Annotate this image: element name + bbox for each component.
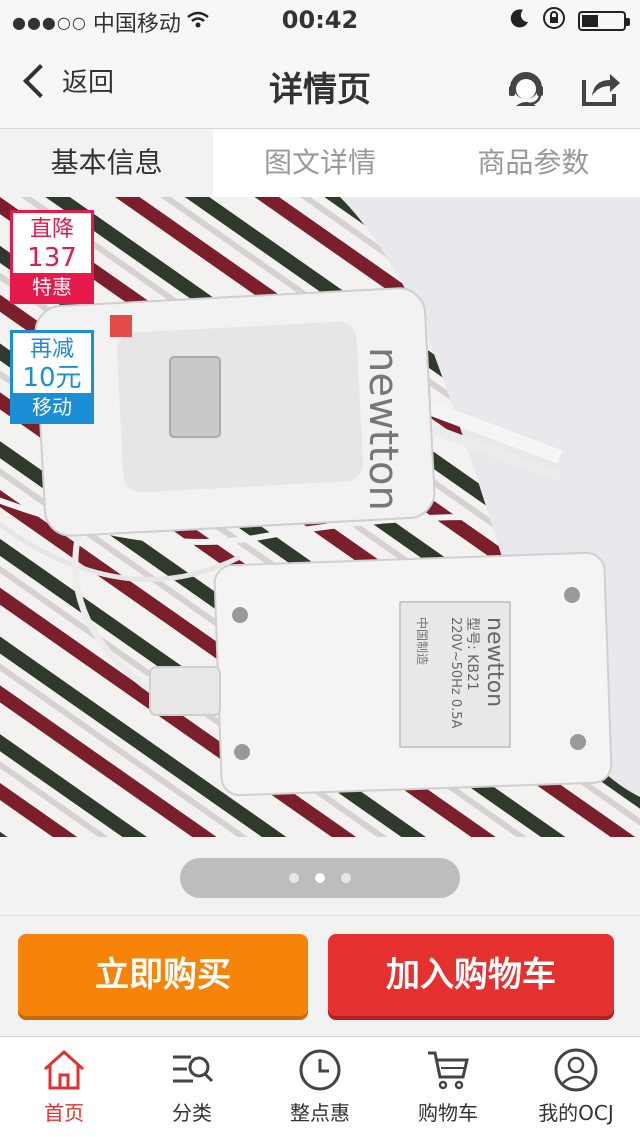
brand-text-top: newtton	[360, 347, 406, 511]
pager-dot[interactable]	[289, 873, 299, 883]
bottom-tab-bar: 首页 分类 整点惠 购物车 我的OCJ	[0, 1036, 640, 1137]
model-text: 型号: KB21	[464, 617, 480, 691]
tabbar-item-category[interactable]: 分类	[128, 1037, 256, 1137]
tab-image-details[interactable]: 图文详情	[213, 129, 426, 197]
moon-icon	[510, 8, 530, 34]
gallery-pager[interactable]	[180, 858, 460, 898]
pager-dot-active[interactable]	[315, 873, 325, 883]
tabbar-item-my-ocj[interactable]: 我的OCJ	[512, 1037, 640, 1137]
price-drop-amount: 137	[27, 243, 77, 273]
navigation-bar: 返回 详情页	[0, 40, 640, 129]
rotation-lock-icon	[542, 6, 566, 36]
tabbar-item-hourly-deals[interactable]: 整点惠	[256, 1037, 384, 1137]
price-drop-badge: 直降 137 特惠	[10, 210, 94, 304]
extra-discount-badge: 再减 10元 移动	[10, 330, 94, 424]
tabbar-item-cart[interactable]: 购物车	[384, 1037, 512, 1137]
purchase-action-bar: 立即购买 加入购物车	[0, 915, 640, 1036]
brand-text-label: newtton	[482, 617, 507, 707]
status-right	[510, 6, 630, 36]
detail-tabs: 基本信息 图文详情 商品参数	[0, 129, 640, 197]
share-icon[interactable]	[578, 66, 622, 110]
extra-discount-amount: 10元	[22, 363, 82, 393]
home-icon	[43, 1049, 85, 1090]
add-to-cart-button[interactable]: 加入购物车	[328, 934, 614, 1016]
nav-actions	[504, 66, 622, 110]
pager-dot[interactable]	[341, 873, 351, 883]
tab-basic-info[interactable]: 基本信息	[0, 129, 214, 197]
product-photo-drawing: newtton newtton 型号: KB21 220V~50Hz 0.5A …	[0, 197, 640, 837]
tabbar-label-home: 首页	[44, 1101, 84, 1125]
tabbar-item-home[interactable]: 首页	[0, 1037, 128, 1137]
customer-service-icon[interactable]	[504, 66, 548, 110]
battery-icon	[578, 11, 630, 31]
tab-product-params[interactable]: 商品参数	[427, 129, 640, 197]
tabbar-label-category: 分类	[172, 1101, 212, 1125]
origin-text: 中国制造	[415, 617, 430, 665]
price-drop-tag: 特惠	[13, 273, 91, 301]
price-drop-label: 直降	[29, 217, 74, 242]
user-icon	[554, 1048, 598, 1092]
buy-now-button[interactable]: 立即购买	[18, 934, 308, 1016]
spec-text: 220V~50Hz 0.5A	[448, 617, 463, 729]
clock-icon	[299, 1049, 341, 1091]
tabbar-label-cart: 购物车	[418, 1101, 478, 1125]
tabbar-label-my-ocj: 我的OCJ	[538, 1101, 614, 1125]
product-image[interactable]: newtton newtton 型号: KB21 220V~50Hz 0.5A …	[0, 197, 640, 837]
extra-discount-label: 再减	[29, 337, 74, 362]
tabbar-label-hourly-deals: 整点惠	[290, 1101, 350, 1125]
extra-discount-tag: 移动	[13, 393, 91, 421]
category-search-icon	[173, 1055, 214, 1083]
cart-icon	[428, 1051, 469, 1090]
status-bar: ●●●○○ 中国移动 00:42	[0, 0, 640, 40]
